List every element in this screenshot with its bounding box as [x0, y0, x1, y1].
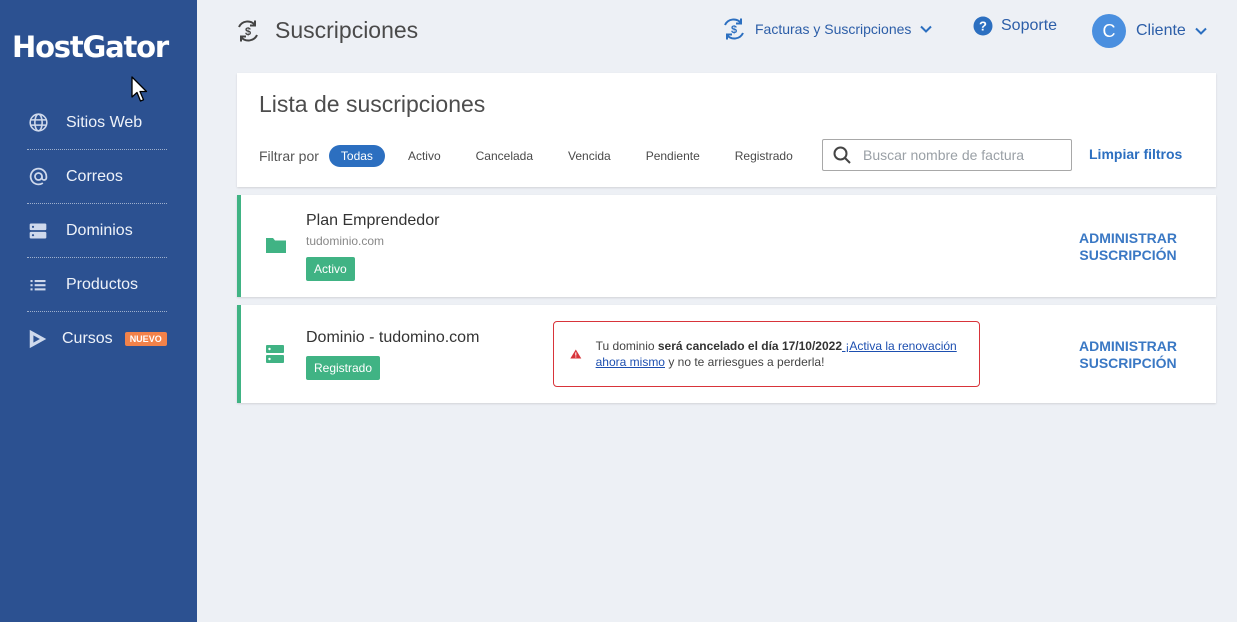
- svg-text:?: ?: [979, 19, 987, 34]
- status-badge: Activo: [306, 257, 355, 281]
- alert-message: Tu dominio será cancelado el día 17/10/2…: [596, 338, 979, 370]
- filter-row: Filtrar por Todas Activo Cancelada Venci…: [259, 145, 816, 167]
- new-badge: NUEVO: [124, 332, 167, 346]
- sidebar-item-sitios-web[interactable]: Sitios Web: [27, 96, 167, 150]
- filter-chip-pendiente[interactable]: Pendiente: [634, 145, 712, 167]
- subscription-name: Dominio - tudomino.com: [306, 329, 480, 346]
- filter-chip-registrado[interactable]: Registrado: [723, 145, 805, 167]
- user-menu[interactable]: C Cliente: [1092, 14, 1208, 48]
- soporte-label: Soporte: [1001, 17, 1058, 34]
- alert-suffix: y no te arriesgues a perderla!: [664, 355, 825, 369]
- sidebar-item-label: Correos: [66, 167, 123, 185]
- top-bar: $ Suscripciones $ Facturas y Suscripcion…: [197, 0, 1237, 62]
- soporte-link[interactable]: ? Soporte: [973, 16, 1057, 36]
- page-title: Suscripciones: [275, 17, 419, 43]
- warning-icon: [570, 349, 582, 359]
- sidebar-item-label: Sitios Web: [66, 113, 143, 131]
- chevron-down-icon: [920, 25, 933, 33]
- filter-chip-activo[interactable]: Activo: [396, 145, 453, 167]
- at-icon: [27, 166, 49, 188]
- subscription-icon: $: [238, 20, 258, 41]
- subscription-icon: $: [724, 18, 744, 40]
- subscription-card: Plan Emprendedor tudominio.com Activo AD…: [237, 195, 1216, 297]
- facturas-menu-label: Facturas y Suscripciones: [755, 21, 912, 37]
- subscription-name: Plan Emprendedor: [306, 212, 440, 229]
- filter-chip-vencida[interactable]: Vencida: [556, 145, 623, 167]
- alert-prefix: Tu dominio: [595, 339, 658, 353]
- sidebar-item-correos[interactable]: Correos: [27, 150, 167, 204]
- filter-chip-todas[interactable]: Todas: [328, 145, 385, 167]
- server-icon: [27, 220, 49, 242]
- manage-link-line: SUSCRIPCIÓN: [1079, 247, 1177, 263]
- svg-text:$: $: [245, 26, 251, 38]
- hostgator-logo[interactable]: HostGator: [12, 30, 169, 64]
- facturas-menu[interactable]: $ Facturas y Suscripciones: [721, 16, 933, 42]
- sidebar-item-cursos[interactable]: Cursos NUEVO: [27, 312, 167, 366]
- sidebar-item-label: Dominios: [66, 221, 133, 239]
- sidebar-nav: Sitios Web Correos Dominios Productos Cu…: [27, 96, 167, 366]
- search-box[interactable]: [822, 139, 1072, 171]
- manage-subscription-link[interactable]: ADMINISTRAR SUSCRIPCIÓN: [1063, 230, 1193, 264]
- status-badge: Registrado: [306, 356, 381, 380]
- sidebar-item-label: Cursos: [62, 330, 113, 347]
- svg-text:$: $: [731, 24, 737, 36]
- chevron-down-icon: [1195, 27, 1207, 35]
- sidebar: HostGator Sitios Web Correos Dominios Pr…: [0, 0, 197, 622]
- sidebar-item-productos[interactable]: Productos: [27, 258, 167, 312]
- filter-card: Lista de suscripciones Filtrar por Todas…: [237, 73, 1216, 187]
- user-name: Cliente: [1136, 22, 1186, 39]
- subscription-card: Dominio - tudomino.com Registrado Tu dom…: [237, 305, 1216, 403]
- sidebar-item-dominios[interactable]: Dominios: [27, 204, 167, 258]
- globe-icon: [27, 112, 49, 134]
- filter-chip-cancelada[interactable]: Cancelada: [464, 145, 545, 167]
- search-input[interactable]: [863, 147, 1053, 163]
- avatar: C: [1092, 14, 1126, 48]
- manage-link-line: ADMINISTRAR: [1079, 338, 1177, 354]
- folder-icon: [266, 238, 286, 253]
- clear-filters-link[interactable]: Limpiar filtros: [1089, 146, 1182, 162]
- alert-date: será cancelado el día 17/10/2022: [657, 339, 842, 353]
- search-icon: [833, 146, 851, 164]
- manage-link-line: ADMINISTRAR: [1079, 230, 1177, 246]
- subscription-domain: tudominio.com: [306, 234, 385, 248]
- list-icon: [27, 274, 49, 296]
- cancellation-alert: Tu dominio será cancelado el día 17/10/2…: [553, 321, 980, 387]
- sidebar-item-label: Productos: [66, 275, 139, 293]
- filter-label: Filtrar por: [259, 148, 319, 164]
- help-icon: ?: [973, 16, 993, 36]
- manage-subscription-link[interactable]: ADMINISTRAR SUSCRIPCIÓN: [1063, 338, 1193, 372]
- page-header: $ Suscripciones: [235, 17, 418, 44]
- server-icon: [266, 345, 284, 363]
- list-title: Lista de suscripciones: [259, 91, 486, 117]
- play-icon: [27, 328, 49, 350]
- manage-link-line: SUSCRIPCIÓN: [1079, 355, 1177, 371]
